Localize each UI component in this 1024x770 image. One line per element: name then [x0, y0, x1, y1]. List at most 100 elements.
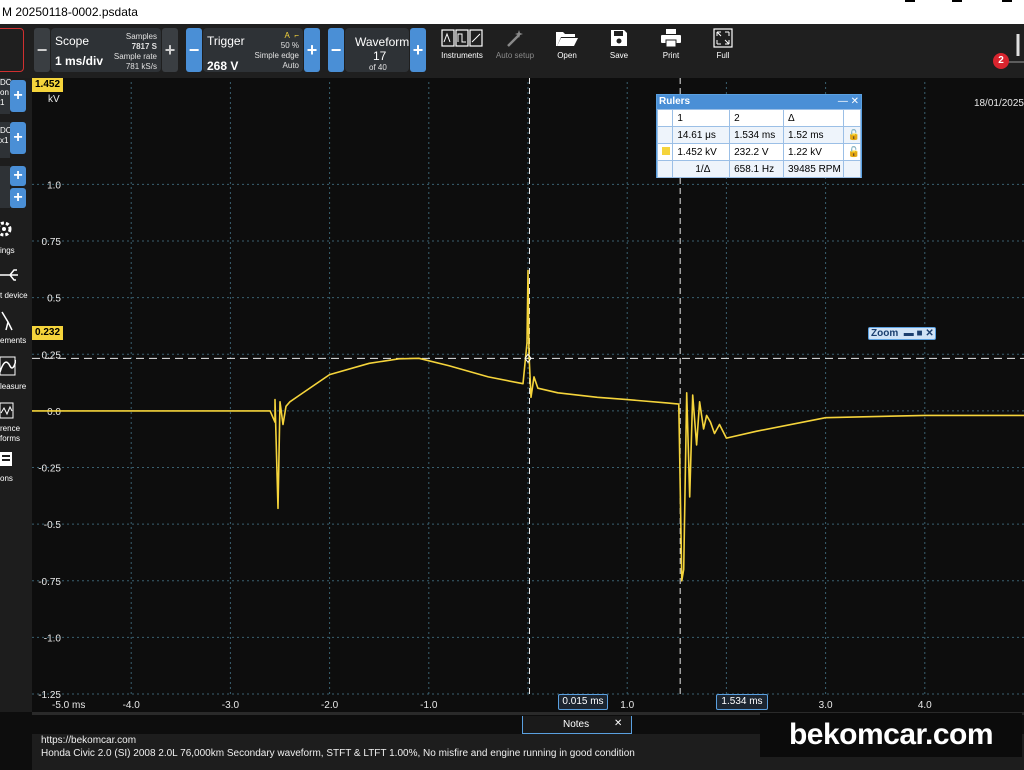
trigger-group[interactable]: Trigger 268 V A ⌐ 50 % Simple edge Auto — [203, 28, 303, 73]
waveform-next-button[interactable]: + — [410, 28, 426, 72]
channel-c-up-button[interactable]: + — [10, 166, 26, 186]
sidebar-item-measure[interactable]: leasure — [0, 382, 26, 392]
trigger-decrease-button[interactable]: − — [186, 28, 202, 72]
mask-icon[interactable] — [0, 356, 16, 376]
x-tick-label: -5.0 ms — [52, 700, 85, 711]
trigger-value: 268 V — [207, 59, 239, 73]
notes-tab[interactable]: Notes ✕ — [522, 716, 632, 734]
waveform-trace — [32, 269, 1024, 582]
y-tick-label: -0.25 — [38, 464, 61, 475]
trigger-mode: Auto — [282, 61, 299, 70]
x-tick-label: -4.0 — [123, 700, 141, 711]
zoom-overview-widget[interactable]: Zoom ▬ ■ ✕ — [868, 327, 936, 340]
channel-c-down-button[interactable]: + — [10, 188, 26, 208]
instruments-button[interactable]: Instruments — [437, 28, 487, 74]
window-title: M 20250118-0002.psdata — [2, 5, 138, 19]
rulers-window[interactable]: Rulers — ✕ 1 2 Δ 14.61 μs 1.534 ms 1.52 … — [656, 94, 862, 178]
open-button[interactable]: Open — [550, 28, 584, 74]
ruler-time-delta: 1.52 ms — [782, 126, 844, 144]
ruler-1-label[interactable]: 0.015 ms — [558, 694, 608, 710]
close-icon[interactable] — [1002, 0, 1012, 2]
frequency-label: 1/Δ — [672, 160, 731, 178]
rulers-title: Rulers — [659, 96, 691, 107]
timebase-increase-button[interactable]: + — [162, 28, 178, 72]
save-button[interactable]: Save — [602, 28, 636, 74]
sidebar-item-settings[interactable]: ings — [0, 246, 15, 256]
save-icon — [611, 30, 627, 46]
x-tick-label: 3.0 — [819, 700, 833, 711]
actions-icon[interactable] — [0, 450, 14, 468]
auto-setup-button[interactable]: Auto setup — [493, 28, 537, 74]
lock-icon[interactable]: 🔓 — [842, 143, 862, 161]
notes-line-2: Honda Civic 2.0 (SI) 2008 2.0L 76,000km … — [41, 748, 635, 759]
printer-icon — [661, 29, 681, 48]
sample-rate-label: Sample rate — [113, 52, 157, 61]
folder-open-icon — [556, 32, 578, 46]
channel-b-settings[interactable]: DC x1 — [0, 122, 12, 158]
print-button[interactable]: Print — [654, 28, 688, 74]
ruler-1-time: 14.61 μs — [672, 126, 731, 144]
y-tick-label: 0.0 — [47, 407, 61, 418]
ruler-2-label[interactable]: 1.534 ms — [716, 694, 768, 710]
sidebar-item-measurements[interactable]: ements — [0, 336, 26, 346]
toolbar: − Scope 1 ms/div Samples 7817 S Sample r… — [0, 24, 1024, 78]
caliper-icon[interactable] — [0, 310, 16, 332]
notes-close-icon[interactable]: ✕ — [614, 718, 622, 729]
channel-a-range-button[interactable]: + — [10, 80, 26, 112]
channel-c-settings[interactable] — [0, 166, 10, 208]
waveform-previous-button[interactable]: − — [328, 28, 344, 72]
sidebar-item-connect-device[interactable]: t device — [0, 291, 28, 301]
fullscreen-icon — [713, 28, 733, 48]
trigger-title: Trigger — [207, 34, 245, 48]
window-title-bar: M 20250118-0002.psdata — [0, 0, 1024, 24]
lock-icon[interactable]: 🔓 — [842, 126, 862, 144]
minimize-icon[interactable] — [905, 0, 915, 2]
auto-setup-label: Auto setup — [495, 51, 535, 60]
magic-wand-icon — [507, 30, 523, 47]
ruler-level-marker[interactable]: 0.232 — [32, 326, 64, 340]
channel-b-probe: x1 — [0, 136, 9, 145]
notification-badge[interactable]: 2 — [993, 53, 1009, 69]
timebase-decrease-button[interactable]: − — [34, 28, 50, 72]
maximize-icon[interactable] — [952, 0, 962, 2]
x-tick-label: 4.0 — [918, 700, 932, 711]
scope-group[interactable]: Scope 1 ms/div Samples 7817 S Sample rat… — [51, 28, 161, 72]
frequency-value: 658.1 Hz — [729, 160, 784, 178]
channel-a-settings[interactable]: DC on 1 — [0, 78, 12, 114]
scope-display[interactable]: 1.0 0.75 0.5 0.25 0.0 -0.25 -0.5 -0.75 -1.0 -1.25… — [32, 78, 1024, 712]
channel-selector-box[interactable] — [0, 28, 24, 72]
sidebar-item-actions[interactable]: ons — [0, 474, 13, 484]
notes-tab-label: Notes — [563, 719, 590, 730]
sidebar-item-reference[interactable]: rence — [0, 424, 20, 434]
x-tick-label: -3.0 — [222, 700, 240, 711]
channel-color-swatch — [662, 146, 670, 155]
gear-icon[interactable] — [0, 220, 14, 238]
scope-plot[interactable]: 1.00.750.50.250.0-0.25-0.5-0.75-1.0-1.25… — [32, 78, 1024, 712]
instruments-icon — [441, 29, 483, 47]
full-screen-button[interactable]: Full — [706, 28, 740, 74]
trigger-edge-icon: A ⌐ — [284, 31, 299, 40]
ruler-2-voltage: 232.2 V — [729, 143, 784, 161]
print-label: Print — [662, 51, 680, 60]
watermark: bekomcar.com — [760, 713, 1022, 757]
x-tick-label: -2.0 — [321, 700, 339, 711]
zoom-controls[interactable]: ▬ ■ ✕ — [901, 328, 934, 339]
usb-icon[interactable] — [0, 266, 20, 284]
trigger-increase-button[interactable]: + — [304, 28, 320, 72]
sample-rate-value: 781 kS/s — [125, 62, 157, 71]
channel-a-probe: 1 — [0, 98, 5, 107]
sidebar-item-waveforms[interactable]: forms — [0, 434, 20, 444]
rpm-value: 39485 RPM — [782, 160, 844, 178]
channel-b-range-button[interactable]: + — [10, 122, 26, 154]
ruler-1-voltage: 1.452 kV — [672, 143, 731, 161]
open-label: Open — [557, 51, 577, 60]
left-panel: DC on 1 + DC x1 + + + ings t device emen… — [0, 78, 32, 712]
waveform-total: of 40 — [369, 63, 387, 72]
rulers-window-controls[interactable]: — ✕ — [838, 95, 859, 109]
y-tick-label: 0.5 — [47, 294, 61, 305]
reference-waveform-icon[interactable] — [0, 402, 14, 420]
channel-a-state: on — [0, 88, 9, 97]
y-tick-label: 0.25 — [42, 350, 62, 361]
notes-line-1: https://bekomcar.com — [41, 735, 137, 746]
waveform-group[interactable]: Waveform 17 of 40 — [345, 28, 409, 72]
